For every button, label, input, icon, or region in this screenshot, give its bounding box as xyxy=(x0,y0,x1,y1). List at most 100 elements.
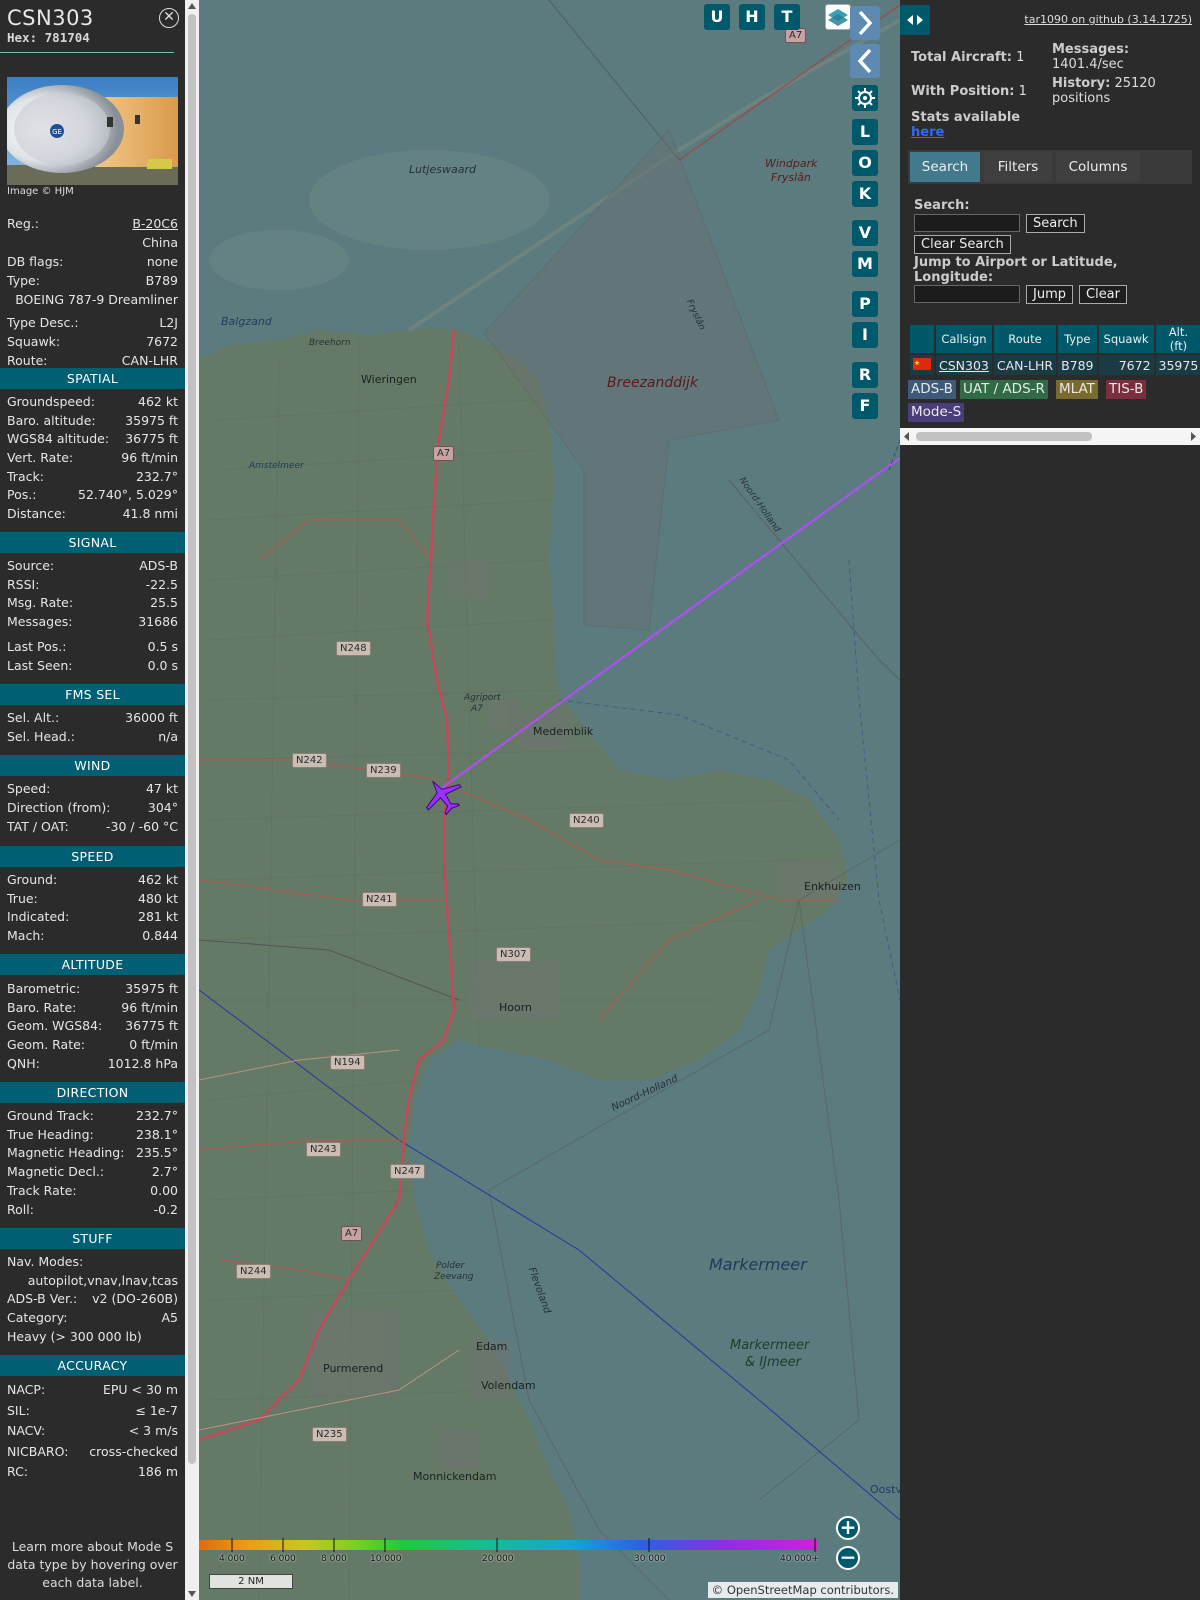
aircraft-icon[interactable] xyxy=(421,776,465,816)
field-label[interactable]: Magnetic Heading: xyxy=(7,1145,124,1160)
field-label[interactable]: Direction (from): xyxy=(7,800,111,815)
field-label[interactable]: Baro. Rate: xyxy=(7,1000,76,1015)
field-label[interactable]: Source: xyxy=(7,558,54,573)
field-label[interactable]: Magnetic Decl.: xyxy=(7,1164,104,1179)
table-horizontal-scrollbar[interactable] xyxy=(900,428,1200,445)
scrollbar-thumb[interactable] xyxy=(188,14,196,1464)
table-header-callsign[interactable]: Callsign xyxy=(936,325,992,353)
field-label[interactable]: Messages: xyxy=(7,614,73,629)
info-panel-scrollbar[interactable] xyxy=(185,0,199,1600)
scroll-right-icon[interactable] xyxy=(1189,432,1197,441)
stats-link[interactable]: here xyxy=(911,125,944,140)
field-label[interactable]: RC: xyxy=(7,1464,28,1479)
field-label[interactable]: NACP: xyxy=(7,1382,45,1397)
field-label[interactable]: Geom. Rate: xyxy=(7,1037,85,1052)
tab-filters[interactable]: Filters xyxy=(984,152,1052,182)
toggle-m-button[interactable]: M xyxy=(852,251,878,277)
table-header-flag[interactable] xyxy=(910,325,934,353)
field-label[interactable]: Category: xyxy=(7,1310,67,1325)
field-label[interactable]: Distance: xyxy=(7,506,66,521)
legend-modes[interactable]: Mode-S xyxy=(908,403,965,422)
field-label[interactable]: Last Pos.: xyxy=(7,639,66,654)
prev-arrow-button[interactable] xyxy=(850,44,880,78)
row-callsign[interactable]: CSN303 xyxy=(936,355,992,375)
field-label[interactable]: Track Rate: xyxy=(7,1183,77,1198)
toggle-f-button[interactable]: F xyxy=(852,393,878,419)
field-label[interactable]: NACV: xyxy=(7,1423,45,1438)
layers-button[interactable] xyxy=(825,4,851,30)
field-label[interactable]: NICBARO: xyxy=(7,1444,68,1459)
field-label[interactable]: Vert. Rate: xyxy=(7,450,73,465)
field-label[interactable]: Baro. altitude: xyxy=(7,413,96,428)
zoom-in-button[interactable]: + xyxy=(836,1516,860,1540)
field-label[interactable]: Indicated: xyxy=(7,909,69,924)
detail-value[interactable]: B-20C6 xyxy=(132,216,178,231)
field-label[interactable]: Ground: xyxy=(7,872,57,887)
openstreetmap-link[interactable]: OpenStreetMap xyxy=(727,1583,817,1597)
table-header-squawk[interactable]: Squawk xyxy=(1098,325,1154,353)
scroll-up-icon[interactable] xyxy=(188,3,196,9)
legend-adsb[interactable]: ADS-B xyxy=(908,380,956,399)
field-label[interactable]: Geom. WGS84: xyxy=(7,1018,102,1033)
toggle-k-button[interactable]: K xyxy=(852,181,878,207)
tab-search[interactable]: Search xyxy=(910,152,980,182)
clear-search-button[interactable]: Clear Search xyxy=(914,235,1011,254)
scroll-down-icon[interactable] xyxy=(188,1591,196,1597)
table-header-route[interactable]: Route xyxy=(993,325,1057,353)
field-label[interactable]: autopilot,vnav,lnav,tcas xyxy=(7,1273,178,1288)
search-button[interactable]: Search xyxy=(1026,214,1085,233)
toggle-v-button[interactable]: V xyxy=(852,220,878,246)
field-label[interactable]: RSSI: xyxy=(7,577,39,592)
field-label[interactable]: WGS84 altitude: xyxy=(7,431,109,446)
toggle-u-button[interactable]: U xyxy=(704,4,730,30)
field-label[interactable]: Last Seen: xyxy=(7,658,72,673)
field-label[interactable]: TAT / OAT: xyxy=(7,819,69,834)
jump-button[interactable]: Jump xyxy=(1026,285,1073,304)
field-label[interactable]: Speed: xyxy=(7,781,50,796)
zoom-out-button[interactable]: − xyxy=(836,1546,860,1570)
map-view[interactable]: Lutjeswaard Windpark Fryslân Balgzand Br… xyxy=(199,0,900,1600)
legend-uat-adsr[interactable]: UAT / ADS-R xyxy=(960,380,1048,399)
table-row[interactable]: CSN303 CAN-LHR B789 7672 35975 xyxy=(910,355,1200,375)
field-label[interactable]: Barometric: xyxy=(7,981,80,996)
field-label[interactable]: Msg. Rate: xyxy=(7,595,73,610)
legend-tisb[interactable]: TIS-B xyxy=(1106,380,1147,399)
field-label[interactable]: True: xyxy=(7,891,38,906)
toggle-i-button[interactable]: I xyxy=(852,322,878,348)
toggle-r-button[interactable]: R xyxy=(852,362,878,388)
field-label[interactable]: Heavy (> 300 000 lb) xyxy=(7,1329,178,1344)
scroll-left-icon[interactable] xyxy=(903,432,911,441)
scrollbar-thumb[interactable] xyxy=(916,432,1092,441)
search-input[interactable] xyxy=(914,214,1020,232)
field-label[interactable]: Roll: xyxy=(7,1202,34,1217)
toggle-o-button[interactable]: O xyxy=(852,150,878,176)
toggle-p-button[interactable]: P xyxy=(852,291,878,317)
toggle-l-button[interactable]: L xyxy=(852,119,878,145)
clear-jump-button[interactable]: Clear xyxy=(1079,285,1127,304)
field-label[interactable]: Pos.: xyxy=(7,487,36,502)
table-header-type[interactable]: Type xyxy=(1058,325,1097,353)
field-label[interactable]: ADS-B Ver.: xyxy=(7,1291,77,1306)
field-label[interactable]: Sel. Head.: xyxy=(7,729,75,744)
field-label[interactable]: Groundspeed: xyxy=(7,394,95,409)
jump-input[interactable] xyxy=(914,285,1020,303)
field-label[interactable]: Sel. Alt.: xyxy=(7,710,59,725)
field-label[interactable]: Nav. Modes: xyxy=(7,1254,178,1269)
field-label[interactable]: QNH: xyxy=(7,1056,40,1071)
legend-mlat[interactable]: MLAT xyxy=(1056,380,1098,399)
field-label[interactable]: Track: xyxy=(7,469,44,484)
close-icon[interactable]: ✕ xyxy=(159,8,179,28)
tab-columns[interactable]: Columns xyxy=(1056,152,1140,182)
table-header-altitude[interactable]: Alt. (ft) xyxy=(1155,325,1200,353)
toggle-t-button[interactable]: T xyxy=(774,4,800,30)
toggle-h-button[interactable]: H xyxy=(739,4,765,30)
field-label[interactable]: Ground Track: xyxy=(7,1108,94,1123)
github-link[interactable]: tar1090 on github (3.14.1725) xyxy=(1024,13,1192,26)
next-arrow-button[interactable] xyxy=(850,6,880,40)
settings-button[interactable] xyxy=(852,85,878,111)
field-label[interactable]: True Heading: xyxy=(7,1127,94,1142)
field-label[interactable]: SIL: xyxy=(7,1403,30,1418)
collapse-sidebar-button[interactable] xyxy=(900,5,930,35)
aircraft-photo[interactable]: GE xyxy=(7,77,178,185)
field-label[interactable]: Mach: xyxy=(7,928,44,943)
